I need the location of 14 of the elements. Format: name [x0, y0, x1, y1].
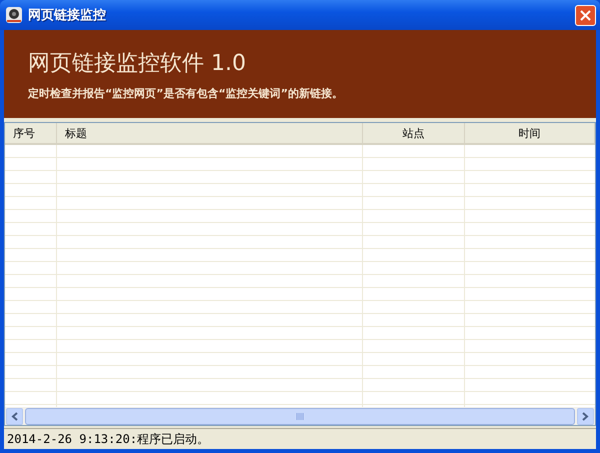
status-bar: 2014-2-26 9:13:20:程序已启动。: [4, 428, 596, 449]
grip-icon: [296, 412, 304, 420]
banner-subtitle: 定时检查并报告“监控网页”是否有包含“监控关键词”的新链接。: [28, 86, 344, 100]
scroll-left-button[interactable]: [6, 408, 23, 424]
app-icon: [6, 7, 22, 23]
close-icon: [580, 10, 591, 20]
column-header[interactable]: 时间: [465, 123, 595, 143]
close-button[interactable]: [575, 4, 596, 26]
window-title: 网页链接监控: [28, 6, 107, 24]
column-header[interactable]: 站点: [363, 123, 465, 143]
column-header[interactable]: 序号: [5, 123, 57, 143]
scroll-right-button[interactable]: [577, 408, 594, 424]
banner-title: 网页链接监控软件 1.0: [28, 50, 247, 78]
column-header[interactable]: 标题: [57, 123, 363, 143]
